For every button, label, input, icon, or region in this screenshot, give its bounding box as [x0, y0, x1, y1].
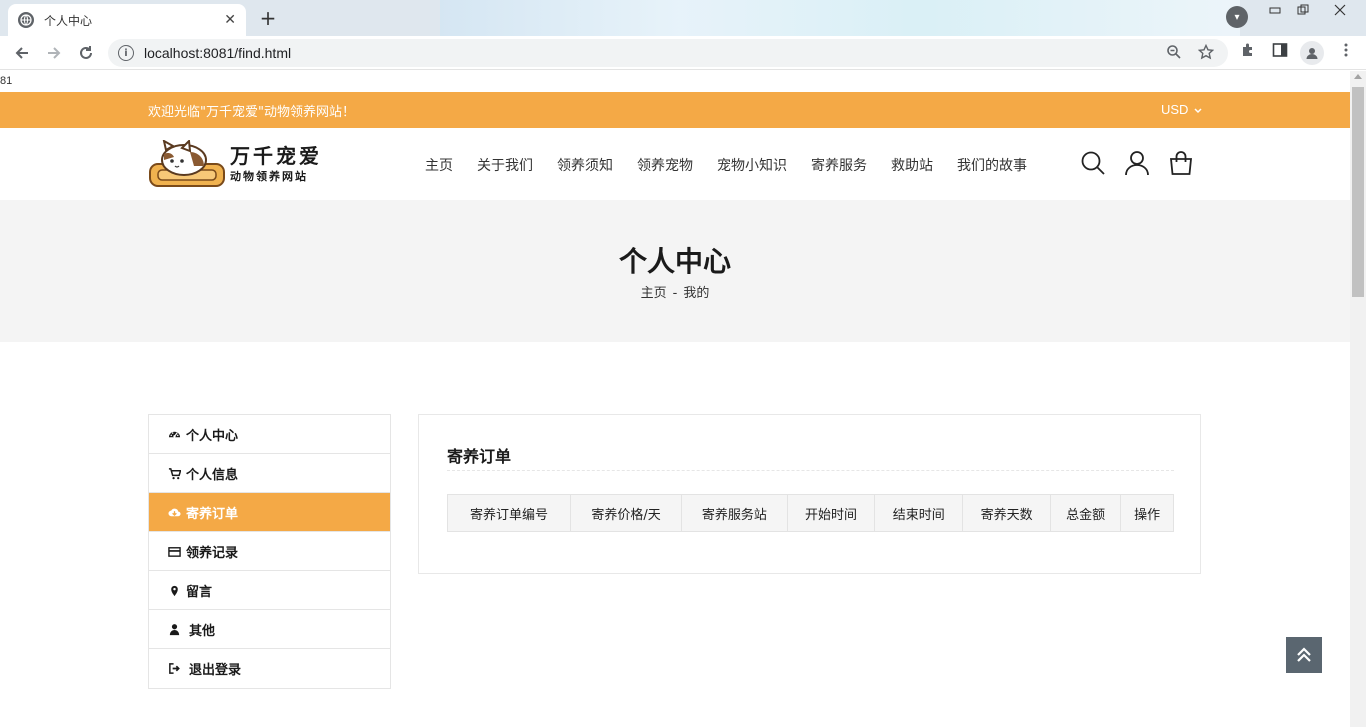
column-header-actions: 操作 — [1120, 494, 1174, 532]
account-sidebar: 个人中心 个人信息 寄养订单 领养记录 留言 其他 退出登录 — [148, 414, 391, 689]
boarding-orders-panel: 寄养订单 寄养订单编号 寄养价格/天 寄养服务站 开始时间 结束时间 寄养天数 … — [418, 414, 1201, 574]
chevron-down-icon — [1194, 108, 1202, 114]
sidebar-item-personal-info[interactable]: 个人信息 — [149, 454, 390, 493]
bookmark-star-icon[interactable] — [1197, 43, 1215, 64]
logo-subtitle: 动物领养网站 — [230, 170, 308, 183]
cat-logo-icon — [149, 140, 225, 187]
column-header-order-number: 寄养订单编号 — [447, 494, 571, 532]
breadcrumb-home[interactable]: 主页 — [641, 286, 667, 301]
tabstrip-background — [440, 0, 1240, 36]
currency-selector[interactable]: USD — [1161, 102, 1202, 117]
page-title: 个人中心 — [618, 245, 731, 278]
breadcrumb-current: 我的 — [683, 286, 710, 301]
minimize-icon[interactable] — [1262, 0, 1288, 20]
breadcrumb-separator: - — [672, 286, 678, 301]
shopping-bag-icon[interactable] — [1168, 150, 1194, 176]
nav-item-about[interactable]: 关于我们 — [477, 155, 533, 175]
top-bar: 欢迎光临"万千宠爱"动物领养网站！ USD — [0, 92, 1350, 128]
page-banner: 个人中心 主页 - 我的 — [0, 200, 1350, 342]
nav-item-boarding[interactable]: 寄养服务 — [811, 155, 867, 175]
nav-item-rescue-station[interactable]: 救助站 — [891, 155, 933, 175]
nav-item-pet-tips[interactable]: 宠物小知识 — [717, 155, 787, 175]
site-logo[interactable]: 万千宠爱 动物领养网站 — [148, 138, 323, 190]
dashboard-icon — [167, 427, 181, 441]
browser-menu-icon[interactable] — [1338, 42, 1354, 62]
extensions-icon[interactable] — [1240, 42, 1256, 62]
reload-icon[interactable] — [74, 41, 98, 65]
column-header-total-amount: 总金额 — [1050, 494, 1122, 532]
map-marker-icon — [167, 583, 181, 597]
sidebar-item-boarding-orders[interactable]: 寄养订单 — [149, 493, 390, 532]
close-tab-icon[interactable]: ✕ — [224, 12, 236, 28]
address-bar[interactable]: i localhost:8081/find.html — [108, 39, 1228, 67]
breadcrumb: 主页 - 我的 — [0, 282, 1350, 301]
nav-item-home[interactable]: 主页 — [425, 155, 453, 175]
column-header-start-time: 开始时间 — [786, 494, 876, 532]
cart-icon — [167, 466, 181, 480]
double-chevron-up-icon — [1297, 647, 1311, 662]
sidebar-item-personal-center[interactable]: 个人中心 — [149, 415, 390, 454]
sidebar-item-label: 退出登录 — [189, 663, 242, 678]
sidebar-item-logout[interactable]: 退出登录 — [149, 649, 390, 688]
column-header-station: 寄养服务站 — [681, 494, 788, 532]
page-viewport: 81 欢迎光临"万千宠爱"动物领养网站！ USD 万千宠爱 动物领养网站 主页 … — [0, 71, 1350, 727]
sidebar-item-label: 领养记录 — [186, 545, 239, 561]
page-scrollbar[interactable] — [1350, 71, 1366, 727]
scrollbar-thumb[interactable] — [1352, 87, 1364, 297]
globe-icon — [18, 12, 34, 28]
sidebar-item-other[interactable]: 其他 — [149, 610, 390, 649]
side-panel-icon[interactable] — [1272, 42, 1288, 62]
sidebar-item-messages[interactable]: 留言 — [149, 571, 390, 610]
credit-card-icon — [167, 544, 181, 558]
scroll-up-arrow-icon[interactable] — [1354, 74, 1362, 79]
browser-tabstrip: 个人中心 ✕ + ▾ — [0, 0, 1366, 36]
sidebar-item-label: 个人信息 — [186, 467, 239, 483]
search-icon[interactable] — [1080, 150, 1106, 176]
sign-out-icon — [167, 662, 181, 676]
stray-text: 81 — [0, 75, 13, 87]
new-tab-button[interactable]: + — [254, 5, 282, 31]
welcome-text: 欢迎光临"万千宠爱"动物领养网站！ — [148, 105, 355, 120]
user-icon — [167, 622, 181, 636]
cloud-download-icon — [167, 505, 181, 519]
tab-search-icon[interactable]: ▾ — [1226, 6, 1248, 28]
logo-title: 万千宠爱 — [230, 144, 322, 168]
tab-title: 个人中心 — [44, 13, 93, 28]
nav-item-adoption-notice[interactable]: 领养须知 — [557, 155, 613, 175]
sidebar-item-adoption-records[interactable]: 领养记录 — [149, 532, 390, 571]
nav-item-adopt-pets[interactable]: 领养宠物 — [637, 155, 693, 175]
sidebar-item-label: 其他 — [189, 623, 216, 639]
sidebar-item-label: 个人中心 — [186, 428, 239, 444]
main-nav: 主页 关于我们 领养须知 领养宠物 宠物小知识 寄养服务 救助站 我们的故事 — [425, 155, 1051, 175]
close-window-icon[interactable] — [1320, 0, 1360, 20]
nav-item-our-story[interactable]: 我们的故事 — [957, 155, 1027, 175]
restore-icon[interactable] — [1290, 0, 1316, 20]
profile-avatar-icon[interactable] — [1300, 41, 1324, 65]
user-account-icon[interactable] — [1124, 150, 1150, 176]
panel-title: 寄养订单 — [447, 447, 512, 466]
sidebar-item-label: 寄养订单 — [186, 506, 239, 522]
url-text: localhost:8081/find.html — [144, 45, 292, 61]
browser-toolbar: i localhost:8081/find.html — [0, 36, 1366, 70]
back-to-top-button[interactable] — [1286, 637, 1322, 673]
back-icon[interactable] — [10, 41, 34, 65]
zoom-icon[interactable] — [1166, 44, 1182, 64]
column-header-end-time: 结束时间 — [874, 494, 964, 532]
panel-divider — [447, 470, 1174, 471]
sidebar-item-label: 留言 — [186, 584, 213, 600]
forward-icon[interactable] — [42, 41, 66, 65]
site-info-icon[interactable]: i — [118, 45, 134, 61]
table-header-row: 寄养订单编号 寄养价格/天 寄养服务站 开始时间 结束时间 寄养天数 总金额 操… — [447, 494, 1174, 532]
site-header: 万千宠爱 动物领养网站 主页 关于我们 领养须知 领养宠物 宠物小知识 寄养服务… — [0, 128, 1350, 200]
orders-table: 寄养订单编号 寄养价格/天 寄养服务站 开始时间 结束时间 寄养天数 总金额 操… — [447, 494, 1174, 532]
currency-label: USD — [1161, 102, 1189, 117]
column-header-price-per-day: 寄养价格/天 — [569, 494, 683, 532]
browser-tab[interactable]: 个人中心 ✕ — [8, 4, 246, 36]
column-header-days: 寄养天数 — [962, 494, 1052, 532]
